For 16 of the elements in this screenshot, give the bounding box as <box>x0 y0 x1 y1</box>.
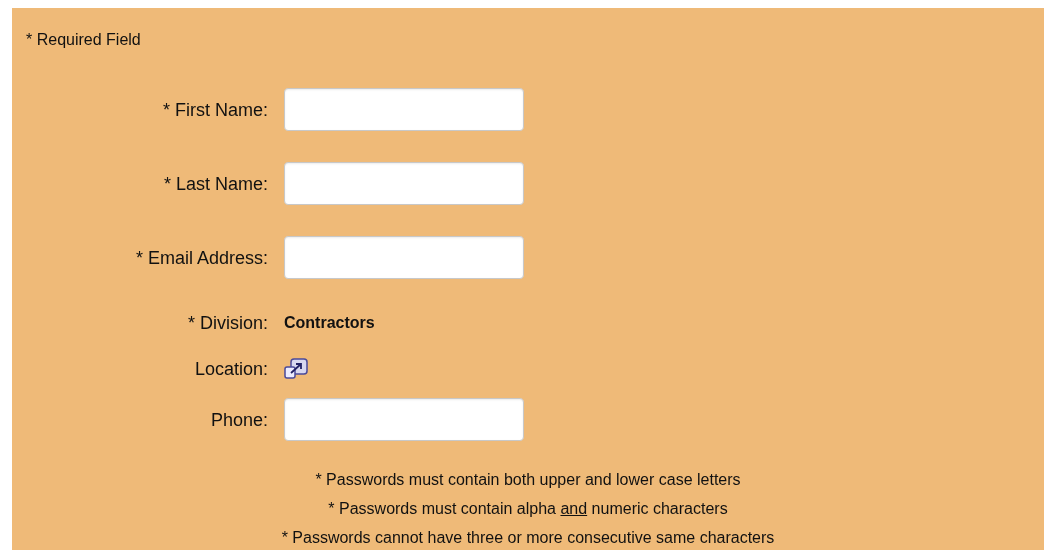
field-value: Contractors <box>284 313 375 333</box>
input-field[interactable] <box>284 162 524 205</box>
field-label: * First Name: <box>162 98 269 121</box>
field-label: Phone: <box>209 408 269 431</box>
field-label: Location: <box>193 358 269 380</box>
required-note: * Required Field <box>26 30 142 50</box>
link-icon[interactable] <box>284 358 308 380</box>
field-label: * Last Name: <box>162 172 269 195</box>
input-field[interactable] <box>284 398 524 441</box>
input-field[interactable] <box>284 88 524 131</box>
field-label: * Email Address: <box>134 246 269 269</box>
password-rule: * Passwords cannot have three or more consecutive same characters <box>280 528 776 548</box>
password-rule: * Passwords must contain alpha and numeric characters <box>327 499 729 519</box>
field-label: * Division: <box>186 312 269 334</box>
password-rule: * Passwords must contain both upper and lower case letters <box>314 470 742 490</box>
input-field[interactable] <box>284 236 524 279</box>
